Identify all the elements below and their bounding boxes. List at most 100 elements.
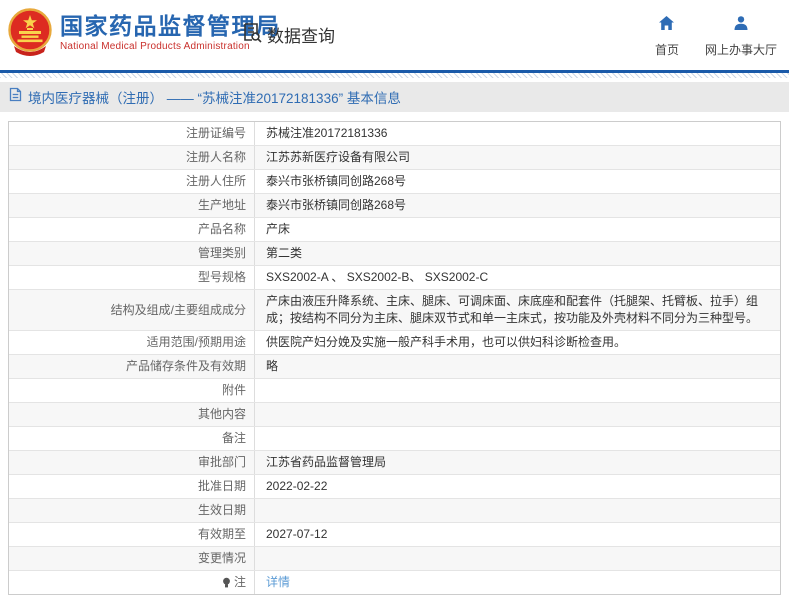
table-row: 审批部门 江苏省药品监督管理局 — [9, 451, 780, 475]
table-row: 生效日期 — [9, 499, 780, 523]
row-label: 型号规格 — [9, 266, 254, 289]
row-label-text: 适用范围/预期用途 — [146, 335, 246, 349]
row-label: 产品储存条件及有效期 — [9, 355, 254, 378]
row-label-text: 产品名称 — [197, 222, 246, 236]
row-label-text: 生效日期 — [197, 503, 246, 517]
row-label: 其他内容 — [9, 403, 254, 426]
row-value: 江苏苏新医疗设备有限公司 — [254, 146, 780, 169]
row-label-text: 生产地址 — [197, 198, 246, 212]
row-label: 注册人住所 — [9, 170, 254, 193]
nav-service-hall-label: 网上办事大厅 — [704, 43, 777, 57]
row-label: 适用范围/预期用途 — [9, 331, 254, 354]
row-label-text: 注册人住所 — [185, 174, 246, 188]
page-title: 境内医疗器械（注册） —— “苏械注准20172181336” 基本信息 — [28, 91, 401, 106]
detail-table: 注册证编号 苏械注准20172181336 注册人名称 江苏苏新医疗设备有限公司 注册人… — [8, 121, 781, 595]
header-nav: 首页 网上办事大厅 — [655, 15, 777, 58]
national-emblem-logo — [8, 8, 52, 60]
data-query-label: 数据查询 — [267, 27, 335, 46]
row-value — [254, 427, 780, 450]
row-value-text: 江苏省药品监督管理局 — [266, 455, 387, 469]
row-label: 注册证编号 — [9, 122, 254, 145]
row-value-text: 泰兴市张桥镇同创路268号 — [266, 174, 407, 188]
row-label-text: 备注 — [221, 431, 246, 445]
row-value: 2022-02-22 — [254, 475, 780, 498]
table-row: 产品名称 产床 — [9, 218, 780, 242]
row-value: 泰兴市张桥镇同创路268号 — [254, 170, 780, 193]
table-row: 型号规格 SXS2002-A 、 SXS2002-B、 SXS2002-C — [9, 266, 780, 290]
row-value: 苏械注准20172181336 — [254, 122, 780, 145]
table-row: 注 详情 — [9, 571, 780, 594]
row-value-text: 产床 — [266, 222, 291, 236]
row-label: 生效日期 — [9, 499, 254, 522]
table-row: 备注 — [9, 427, 780, 451]
row-label: 管理类别 — [9, 242, 254, 265]
row-value: 江苏省药品监督管理局 — [254, 451, 780, 474]
user-icon — [733, 15, 749, 36]
row-label-text: 附件 — [221, 383, 246, 397]
row-label-text: 审批部门 — [197, 455, 246, 469]
table-row: 有效期至 2027-07-12 — [9, 523, 780, 547]
row-label-text: 注 — [233, 575, 246, 589]
row-label: 结构及组成/主要组成成分 — [9, 290, 254, 330]
row-value: 详情 — [254, 571, 780, 594]
row-value — [254, 379, 780, 402]
home-icon — [658, 15, 675, 36]
row-label-text: 管理类别 — [197, 246, 246, 260]
row-value — [254, 403, 780, 426]
row-value-text: 第二类 — [266, 246, 303, 260]
row-label: 注 — [9, 571, 254, 594]
table-row: 适用范围/预期用途 供医院产妇分娩及实施一般产科手术用，也可以供妇科诊断检查用。 — [9, 331, 780, 355]
row-label: 备注 — [9, 427, 254, 450]
row-value-text: 2027-07-12 — [266, 527, 328, 541]
table-row: 管理类别 第二类 — [9, 242, 780, 266]
row-label: 附件 — [9, 379, 254, 402]
row-value — [254, 499, 780, 522]
nav-home-label: 首页 — [654, 43, 679, 57]
row-value: 略 — [254, 355, 780, 378]
table-row: 结构及组成/主要组成成分 产床由液压升降系统、主床、腿床、可调床面、床底座和配套件… — [9, 290, 780, 331]
header: 国家药品监督管理局 National Medical Products Admi… — [0, 0, 789, 70]
row-label: 批准日期 — [9, 475, 254, 498]
table-row: 其他内容 — [9, 403, 780, 427]
row-label: 产品名称 — [9, 218, 254, 241]
row-label: 注册人名称 — [9, 146, 254, 169]
document-icon — [9, 87, 22, 107]
table-row: 注册证编号 苏械注准20172181336 — [9, 122, 780, 146]
row-label-text: 结构及组成/主要组成成分 — [110, 302, 246, 317]
row-value: SXS2002-A 、 SXS2002-B、 SXS2002-C — [254, 266, 780, 289]
row-value-text: 江苏苏新医疗设备有限公司 — [266, 150, 411, 164]
table-row: 变更情况 — [9, 547, 780, 571]
row-value-text: 产床由液压升降系统、主床、腿床、可调床面、床底座和配套件（托腿架、托臂板、拉手）… — [266, 294, 759, 325]
row-label-text: 变更情况 — [197, 551, 246, 565]
document-search-icon — [241, 21, 263, 48]
nav-service-hall[interactable]: 网上办事大厅 — [705, 15, 777, 58]
table-row: 附件 — [9, 379, 780, 403]
row-value: 供医院产妇分娩及实施一般产科手术用，也可以供妇科诊断检查用。 — [254, 331, 780, 354]
table-row: 注册人住所 泰兴市张桥镇同创路268号 — [9, 170, 780, 194]
table-row: 批准日期 2022-02-22 — [9, 475, 780, 499]
row-value-text: 泰兴市张桥镇同创路268号 — [266, 198, 407, 212]
table-row: 生产地址 泰兴市张桥镇同创路268号 — [9, 194, 780, 218]
row-label-text: 注册人名称 — [185, 150, 246, 164]
row-label-text: 有效期至 — [197, 527, 246, 541]
row-value: 产床 — [254, 218, 780, 241]
row-label: 变更情况 — [9, 547, 254, 570]
bulb-icon — [222, 577, 231, 589]
row-label-text: 批准日期 — [197, 479, 246, 493]
row-label-text: 注册证编号 — [185, 126, 246, 140]
detail-link[interactable]: 详情 — [266, 574, 290, 591]
row-value-text: 供医院产妇分娩及实施一般产科手术用，也可以供妇科诊断检查用。 — [266, 335, 627, 349]
row-value: 泰兴市张桥镇同创路268号 — [254, 194, 780, 217]
row-value — [254, 547, 780, 570]
row-label: 有效期至 — [9, 523, 254, 546]
row-value-text: 苏械注准20172181336 — [266, 126, 388, 140]
table-row: 产品储存条件及有效期 略 — [9, 355, 780, 379]
nav-home[interactable]: 首页 — [655, 15, 679, 58]
row-label: 生产地址 — [9, 194, 254, 217]
table-row: 注册人名称 江苏苏新医疗设备有限公司 — [9, 146, 780, 170]
row-value-text: SXS2002-A 、 SXS2002-B、 SXS2002-C — [266, 270, 489, 284]
data-query-section[interactable]: 数据查询 — [241, 21, 335, 48]
row-label-text: 其他内容 — [197, 407, 246, 421]
header-divider-hatch — [0, 73, 789, 78]
row-label: 审批部门 — [9, 451, 254, 474]
